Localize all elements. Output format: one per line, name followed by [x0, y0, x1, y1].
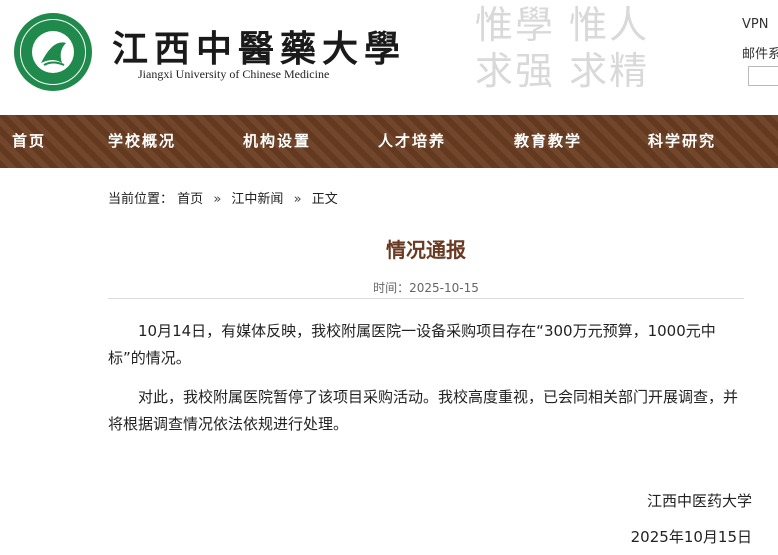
university-name-en: Jiangxi University of Chinese Medicine [138, 67, 330, 81]
article-paragraph: 对此，我校附属医院暂停了该项目采购活动。我校高度重视，已会同相关部门开展调查，并… [108, 388, 739, 433]
nav-item-institutions[interactable]: 机构设置 [243, 115, 311, 168]
breadcrumb-current: 正文 [311, 192, 338, 207]
university-name-cn: 江西中醫藥大學 [112, 28, 407, 70]
nav-item-talent[interactable]: 人才培养 [378, 115, 446, 168]
breadcrumb-label: 当前位置： [108, 192, 174, 207]
university-logo[interactable] [14, 13, 92, 91]
title-divider [108, 298, 744, 299]
motto-background: 惟學 惟人 求强 求精 [475, 2, 649, 94]
nav-item-research[interactable]: 科学研究 [648, 115, 716, 168]
nav-item-education[interactable]: 教育教学 [514, 115, 582, 168]
breadcrumb-separator: » [213, 192, 222, 207]
breadcrumb: 当前位置： 首页 » 江中新闻 » 正文 [108, 188, 338, 207]
article-title: 情况通报 [386, 238, 466, 262]
top-links: VPN 邮件系 [742, 10, 778, 70]
vpn-link[interactable]: VPN [742, 10, 778, 40]
motto-line-1: 惟學 惟人 [475, 3, 650, 47]
article-sign-date: 2025年10月15日 [630, 528, 752, 546]
breadcrumb-news[interactable]: 江中新闻 [231, 192, 283, 207]
article-date: 时间：2025-10-15 [373, 281, 479, 295]
header-search-input[interactable] [748, 66, 778, 86]
nav-item-overview[interactable]: 学校概况 [108, 115, 176, 168]
motto-line-2: 求强 求精 [475, 49, 650, 93]
main-nav: 首页 学校概况 机构设置 人才培养 教育教学 科学研究 [0, 115, 778, 168]
logo-emblem-icon [41, 42, 66, 66]
breadcrumb-separator: » [293, 192, 302, 207]
site-header: 江西中醫藥大學 Jiangxi University of Chinese Me… [0, 0, 778, 115]
breadcrumb-home[interactable]: 首页 [177, 192, 203, 207]
nav-item-home[interactable]: 首页 [12, 115, 46, 168]
article-signature: 江西中医药大学 [646, 492, 752, 510]
article-paragraph: 10月14日，有媒体反映，我校附属医院一设备采购项目存在“300万元预算，100… [108, 322, 716, 367]
